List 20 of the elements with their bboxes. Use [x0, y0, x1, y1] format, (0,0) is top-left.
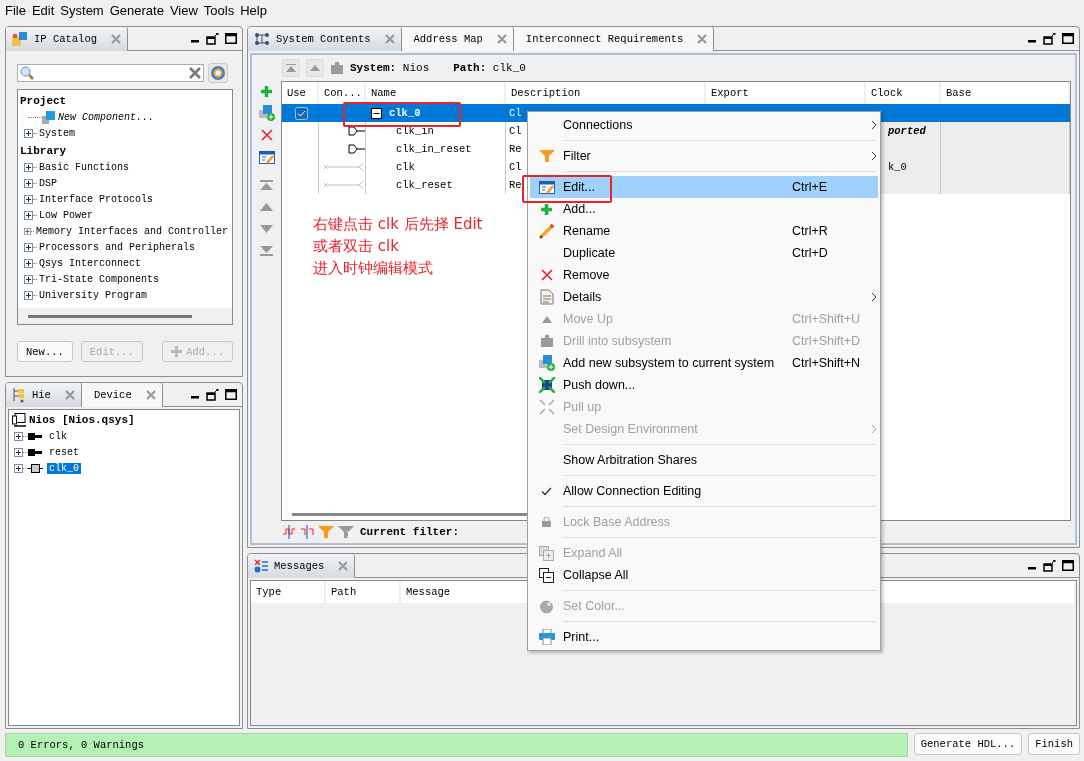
path-text: Path: clk_0	[453, 62, 526, 74]
table-cell: clk_reset	[396, 179, 453, 191]
annotation-text: 进入时钟编辑模式	[313, 258, 434, 278]
tree-section: Library	[20, 145, 67, 157]
table-cell: Re	[509, 179, 522, 191]
table-cell: Re	[509, 143, 522, 155]
tree-section: Project	[20, 95, 67, 107]
table-cell: Cl	[509, 107, 522, 119]
system-name: System: Nios	[350, 62, 430, 74]
table-cell: clk	[396, 161, 415, 173]
table-cell: ported	[888, 125, 926, 137]
table-cell: clk_in_reset	[396, 143, 472, 155]
table-cell: k_0	[888, 161, 907, 173]
filter-label: Current filter:	[360, 526, 460, 538]
status-bar: 0 Errors, 0 Warnings	[5, 733, 908, 757]
annotation-text: 右键点击 clk 后先择 Edit	[313, 214, 483, 234]
table-cell: Cl	[509, 125, 522, 137]
table-cell: Cl	[509, 161, 522, 173]
table-cell: clk_0	[389, 107, 421, 119]
annotation-text: 或者双击 clk	[313, 236, 400, 256]
